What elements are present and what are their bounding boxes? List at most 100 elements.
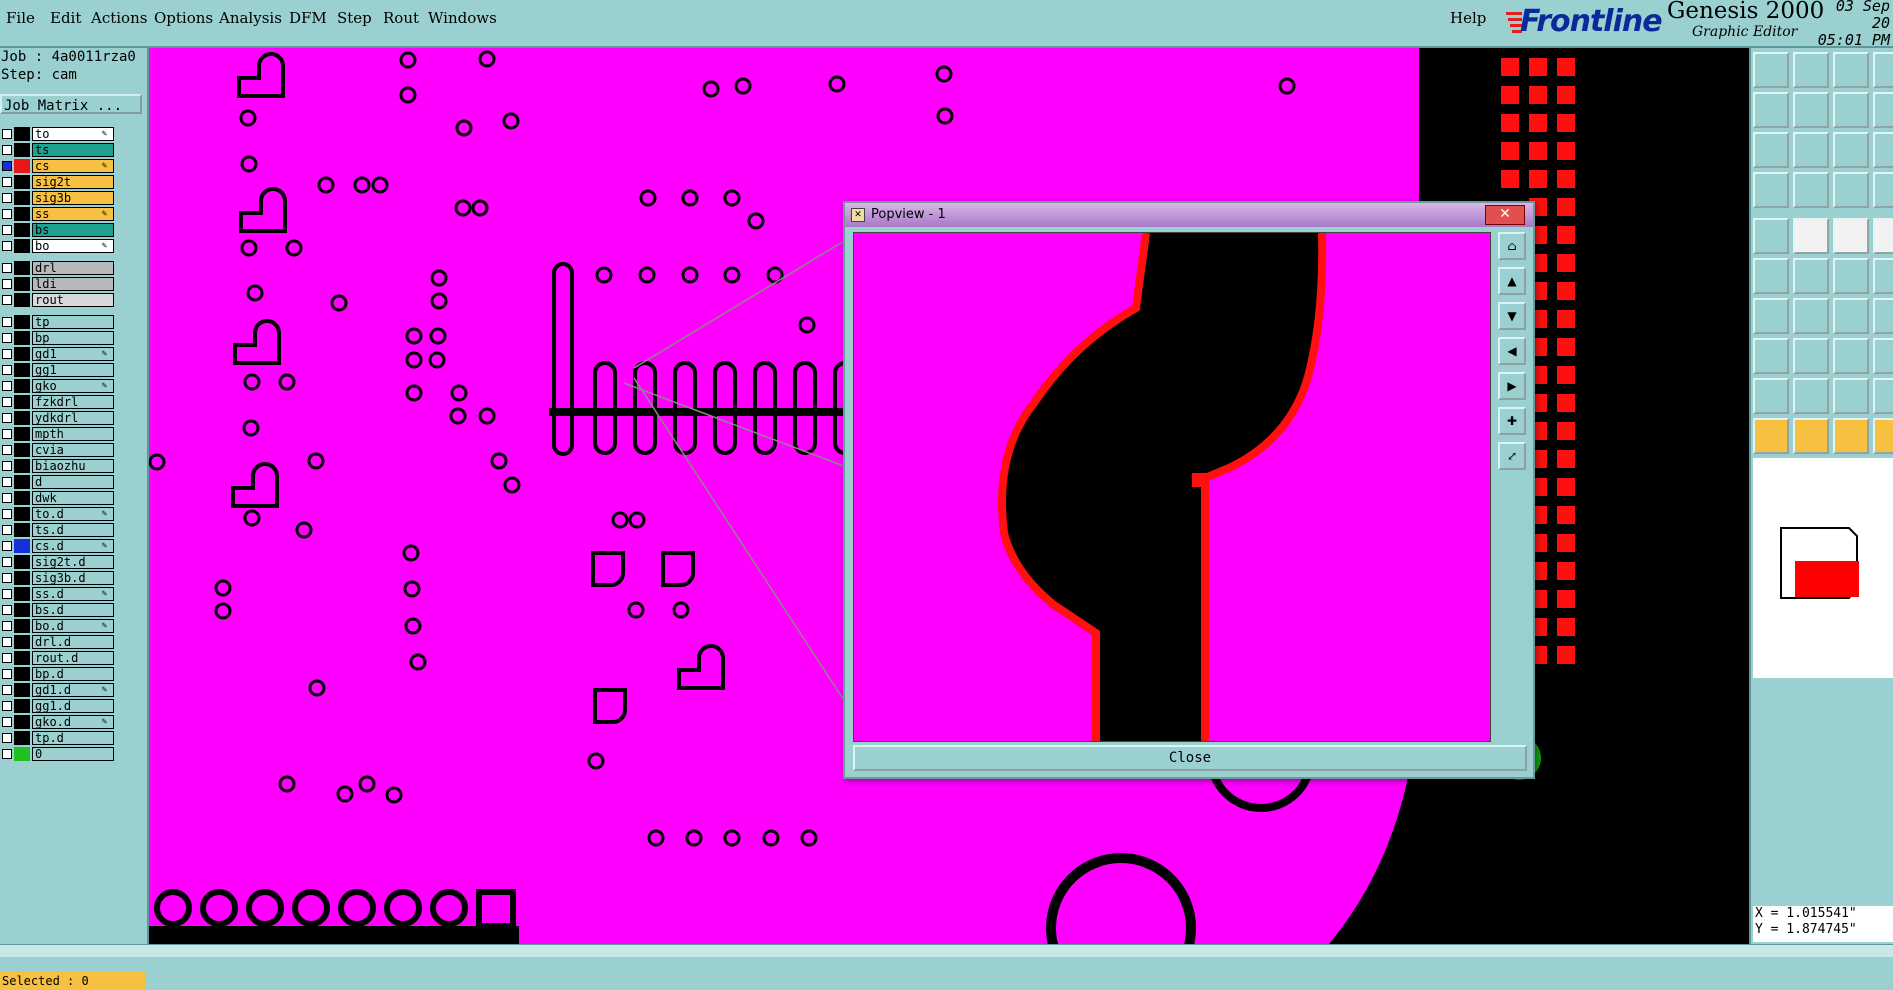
layer-color-swatch[interactable] [14, 539, 30, 553]
layer-color-swatch[interactable] [14, 459, 30, 473]
layer-name[interactable]: sig3b.d [32, 571, 114, 585]
select3-icon[interactable] [1833, 418, 1869, 454]
layer-name[interactable]: cs.d ✎ [32, 539, 114, 553]
layer-name[interactable]: fzkdrl [32, 395, 114, 409]
layer-color-swatch[interactable] [14, 261, 30, 275]
layer-checkbox[interactable] [2, 193, 12, 203]
job-matrix-button[interactable]: Job Matrix ... [0, 94, 142, 114]
layer-checkbox[interactable] [2, 317, 12, 327]
snap-icon[interactable] [1833, 172, 1869, 208]
menu-options[interactable]: Options [154, 9, 213, 27]
layer-checkbox[interactable] [2, 621, 12, 631]
layer-row[interactable]: drl [0, 260, 118, 276]
layer-row[interactable]: ydkdrl [0, 410, 118, 426]
layer-name[interactable]: mpth [32, 427, 114, 441]
right-icon[interactable] [1793, 92, 1829, 128]
tri2-icon[interactable] [1793, 378, 1829, 414]
layer-color-swatch[interactable] [14, 143, 30, 157]
layer-row[interactable]: fzkdrl [0, 394, 118, 410]
layer-name[interactable]: bp.d [32, 667, 114, 681]
select2-icon[interactable] [1793, 418, 1829, 454]
layer-checkbox[interactable] [2, 333, 12, 343]
popview-titlebar[interactable]: ✕ Popview - 1 ✕ [845, 203, 1533, 227]
minus-icon[interactable] [1793, 338, 1829, 374]
layer-checkbox[interactable] [2, 279, 12, 289]
menu-dfm[interactable]: DFM [289, 9, 327, 27]
layer-name[interactable]: bo.d ✎ [32, 619, 114, 633]
layer-checkbox[interactable] [2, 477, 12, 487]
select4-icon[interactable] [1873, 418, 1893, 454]
layer-name[interactable]: sig2t.d [32, 555, 114, 569]
layer-icon[interactable] [1873, 172, 1893, 208]
layer-row[interactable]: bp [0, 330, 118, 346]
fit-icon[interactable]: ✚ [1498, 407, 1526, 435]
help-icon[interactable] [1873, 132, 1893, 168]
layer-checkbox[interactable] [2, 145, 12, 155]
route-icon[interactable] [1873, 258, 1893, 294]
layer-checkbox[interactable] [2, 541, 12, 551]
layer-color-swatch[interactable] [14, 127, 30, 141]
layer-name[interactable]: drl [32, 261, 114, 275]
layer-row[interactable]: 0 [0, 746, 118, 762]
home-icon[interactable] [1833, 52, 1869, 88]
layer-checkbox[interactable] [2, 685, 12, 695]
layer-row[interactable]: cs.d ✎ [0, 538, 118, 554]
layer-name[interactable]: ts.d [32, 523, 114, 537]
layer-color-swatch[interactable] [14, 443, 30, 457]
grid-icon[interactable] [1793, 172, 1829, 208]
cross-icon[interactable] [1793, 258, 1829, 294]
zoom-icon[interactable] [1793, 132, 1829, 168]
layer-name[interactable]: cvia [32, 443, 114, 457]
save-icon[interactable] [1793, 52, 1829, 88]
link-icon[interactable] [1833, 258, 1869, 294]
layer-color-swatch[interactable] [14, 293, 30, 307]
layer-checkbox[interactable] [2, 605, 12, 615]
angle-icon[interactable] [1753, 298, 1789, 334]
layer-color-swatch[interactable] [14, 223, 30, 237]
layer-row[interactable]: bp.d [0, 666, 118, 682]
layer-checkbox[interactable] [2, 573, 12, 583]
layer-color-swatch[interactable] [14, 475, 30, 489]
layer-row[interactable]: gko.d ✎ [0, 714, 118, 730]
pad-icon[interactable] [1753, 218, 1789, 254]
layer-checkbox[interactable] [2, 349, 12, 359]
layer-row[interactable]: dwk [0, 490, 118, 506]
layer-checkbox[interactable] [2, 129, 12, 139]
tri-icon[interactable] [1753, 378, 1789, 414]
layer-name[interactable]: bs.d [32, 603, 114, 617]
fit-icon[interactable] [1753, 132, 1789, 168]
undo-icon[interactable] [1833, 92, 1869, 128]
board-overview-map[interactable] [1753, 458, 1893, 678]
layer-row[interactable]: cs ✎ [0, 158, 118, 174]
layer-color-swatch[interactable] [14, 411, 30, 425]
layer-name[interactable]: ldi [32, 277, 114, 291]
layer-name[interactable]: biaozhu [32, 459, 114, 473]
layer-name[interactable]: cs ✎ [32, 159, 114, 173]
layer-color-swatch[interactable] [14, 277, 30, 291]
layer-checkbox[interactable] [2, 493, 12, 503]
layer-name[interactable]: d [32, 475, 114, 489]
scale-icon[interactable] [1833, 132, 1869, 168]
layer-checkbox[interactable] [2, 177, 12, 187]
menu-file[interactable]: File [6, 9, 35, 27]
layer-checkbox[interactable] [2, 733, 12, 743]
layer-row[interactable]: to.d ✎ [0, 506, 118, 522]
layer-color-swatch[interactable] [14, 315, 30, 329]
layer-row[interactable]: tp [0, 314, 118, 330]
layer-name[interactable]: to ✎ [32, 127, 114, 141]
net-icon[interactable] [1753, 258, 1789, 294]
tri3-icon[interactable] [1833, 378, 1869, 414]
layer-color-swatch[interactable] [14, 207, 30, 221]
ruler-icon[interactable] [1833, 218, 1869, 254]
layer-color-swatch[interactable] [14, 395, 30, 409]
page-icon[interactable] [1873, 52, 1893, 88]
layer-color-swatch[interactable] [14, 603, 30, 617]
layer-checkbox[interactable] [2, 509, 12, 519]
layer-name[interactable]: ydkdrl [32, 411, 114, 425]
layer-row[interactable]: gko ✎ [0, 378, 118, 394]
layer-checkbox[interactable] [2, 397, 12, 407]
layer-row[interactable]: sig2t [0, 174, 118, 190]
layer-color-swatch[interactable] [14, 667, 30, 681]
layer-row[interactable]: sig3b [0, 190, 118, 206]
layer-color-swatch[interactable] [14, 523, 30, 537]
